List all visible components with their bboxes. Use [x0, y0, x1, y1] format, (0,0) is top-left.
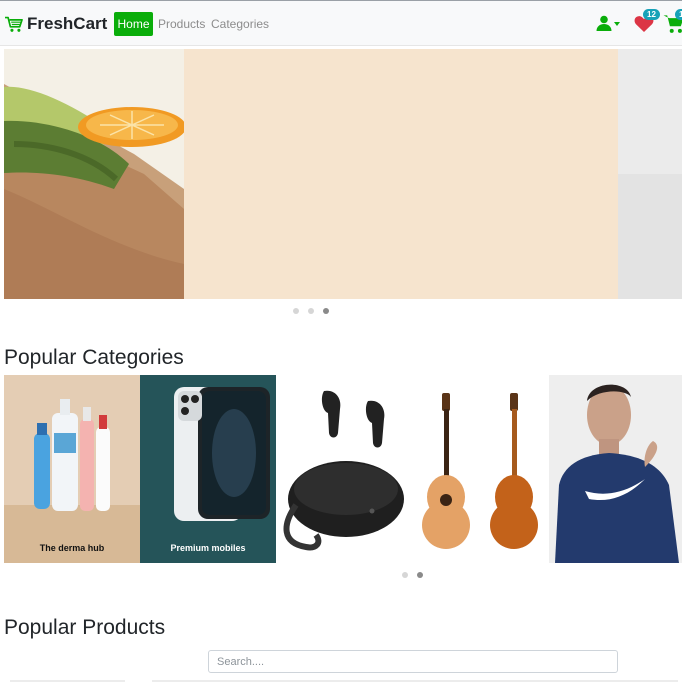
nav-products[interactable]: Products [158, 12, 205, 36]
earbuds-image [276, 375, 412, 563]
hero-dot-3[interactable] [323, 308, 329, 314]
user-icon [596, 15, 612, 31]
cart-icon [5, 16, 23, 32]
popular-products-heading: Popular Products [4, 616, 166, 639]
categories-slider[interactable]: The derma hub Premium mobiles [4, 375, 682, 563]
hero-dot-2[interactable] [308, 308, 314, 314]
smartphone-image [140, 375, 276, 563]
user-menu-button[interactable] [596, 15, 620, 31]
categories-dot-2[interactable] [417, 572, 423, 578]
hoodie-model-image [549, 375, 682, 563]
nav-home[interactable]: Home [114, 12, 153, 36]
category-card-audio[interactable] [276, 375, 412, 563]
guitar-image [412, 375, 548, 563]
hero-dot-1[interactable] [293, 308, 299, 314]
wishlist-count-badge: 12 [643, 9, 660, 20]
cart-count-badge: 1 [675, 9, 682, 20]
hero-next-slide-peek [618, 49, 682, 299]
navbar: FreshCart Home Products Categories 12 1 [0, 1, 682, 46]
hero-slide-background [184, 49, 618, 299]
popular-categories-heading: Popular Categories [4, 346, 184, 369]
chevron-down-icon [614, 22, 620, 26]
cart-button[interactable]: 1 [663, 9, 682, 36]
category-card-mobiles[interactable]: Premium mobiles [140, 375, 276, 563]
category-card-music[interactable] [412, 375, 548, 563]
category-card-fashion[interactable] [549, 375, 682, 563]
brand-logo[interactable]: FreshCart [4, 13, 107, 35]
category-card-derma[interactable]: The derma hub [4, 375, 140, 563]
wishlist-button[interactable]: 12 [634, 9, 660, 33]
categories-dot-1[interactable] [402, 572, 408, 578]
search-input[interactable] [208, 650, 618, 673]
skincare-products-image [4, 375, 140, 563]
category-label: Premium mobiles [170, 543, 246, 553]
categories-slider-dots [402, 572, 423, 578]
hero-slider-dots [293, 308, 329, 314]
nav-categories[interactable]: Categories [211, 12, 269, 36]
hero-image [4, 49, 184, 299]
category-label: The derma hub [39, 543, 105, 553]
hero-slider[interactable] [4, 49, 682, 299]
brand-name: FreshCart [27, 14, 108, 33]
